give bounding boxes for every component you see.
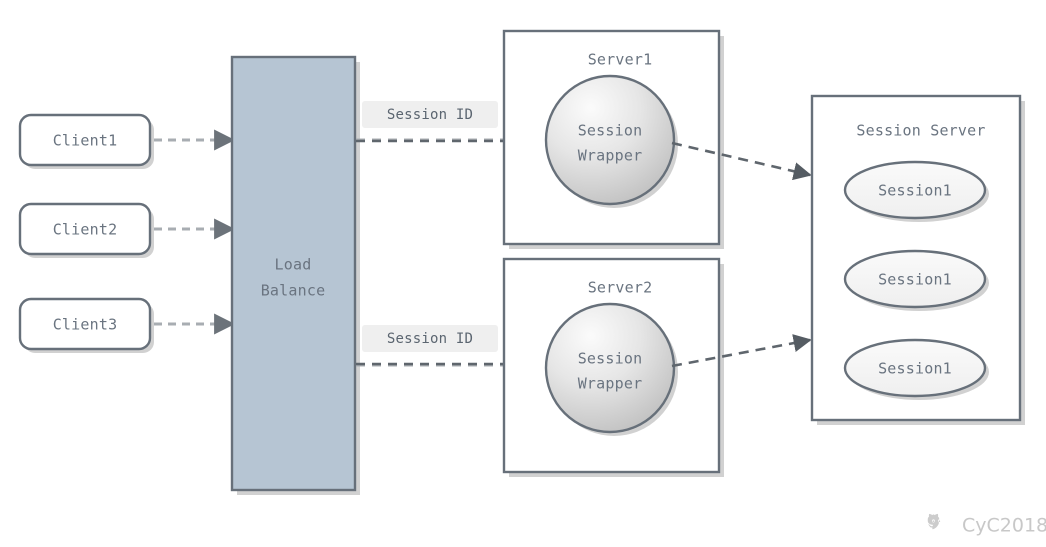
server-1-wrapper-label-line1: Session [578,122,643,140]
server-2-title: Server2 [588,279,653,297]
diagram-canvas: Client1 Client2 Client3 Load Balance Ses… [0,0,1046,547]
server-1-session-wrapper[interactable] [544,74,676,206]
session-server-node[interactable]: Session Server Session1 Session1 Session… [810,94,1025,425]
server-1-wrapper-label-line2: Wrapper [578,147,643,165]
client-node-1[interactable]: Client1 [18,113,154,169]
client-node-3[interactable]: Client3 [18,297,154,353]
session-id-label-2: Session ID [362,325,498,352]
load-balance-label-line2: Balance [261,282,326,300]
server-1-title: Server1 [588,51,653,69]
server-2-wrapper-label-line2: Wrapper [578,375,643,393]
client-2-label: Client2 [53,221,118,239]
session-id-label-2-text: Session ID [387,331,473,347]
watermark: CyC2018 [927,513,1046,537]
session-server-title: Session Server [856,122,985,140]
load-balance-box[interactable] [230,55,357,492]
session-id-label-1-text: Session ID [387,107,473,123]
session-ellipse-3-label: Session1 [878,360,952,378]
github-octocat-icon [927,513,941,530]
diagram-svg: Client1 Client2 Client3 Load Balance Ses… [18,29,1046,537]
watermark-label: CyC2018 [962,515,1046,537]
load-balance-node[interactable]: Load Balance [230,55,360,495]
server-2-session-wrapper[interactable] [544,302,676,434]
session-ellipse-2-label: Session1 [878,271,952,289]
session-ellipse-1-label: Session1 [878,182,952,200]
server-node-1[interactable]: Server1 Session Wrapper [502,29,724,249]
load-balance-label-line1: Load [275,256,312,274]
client-3-label: Client3 [53,316,118,334]
client-node-2[interactable]: Client2 [18,202,154,258]
session-id-label-1: Session ID [362,101,498,128]
server-2-wrapper-label-line1: Session [578,350,643,368]
client-1-label: Client1 [53,132,118,150]
server-node-2[interactable]: Server2 Session Wrapper [502,257,724,477]
